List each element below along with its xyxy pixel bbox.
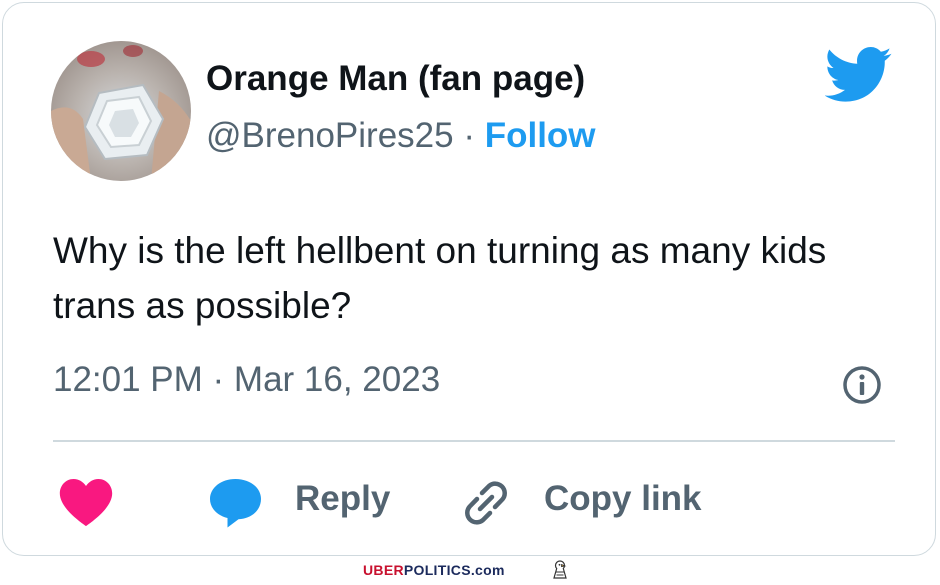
watermark-brand-part1: UBER (363, 562, 404, 578)
avatar-image (51, 45, 191, 181)
info-icon[interactable] (841, 364, 883, 406)
tweet-card: Orange Man (fan page) @BrenoPires25 · Fo… (2, 2, 936, 556)
separator-dot: · (453, 116, 485, 155)
reply-button[interactable]: Reply (295, 479, 390, 519)
watermark: UBERPOLITICS.com (363, 562, 505, 578)
copy-link-button[interactable]: Copy link (544, 479, 702, 519)
bird-logo-icon[interactable] (825, 47, 893, 103)
tweet-text: Why is the left hellbent on turning as m… (53, 230, 827, 326)
follow-button[interactable]: Follow (485, 116, 596, 155)
author-handle[interactable]: @BrenoPires25 (206, 116, 454, 155)
author-display-name[interactable]: Orange Man (fan page) (206, 59, 585, 99)
watermark-brand-part2: POLITICS.com (403, 562, 505, 578)
link-icon[interactable] (458, 475, 514, 531)
eagle-icon (553, 560, 567, 579)
tweet-timestamp[interactable]: 12:01 PM · Mar 16, 2023 (53, 360, 440, 400)
author-handle-row: @BrenoPires25 · Follow (206, 116, 596, 156)
reply-bubble-icon[interactable] (208, 477, 263, 529)
heart-icon[interactable] (59, 479, 113, 527)
avatar[interactable] (51, 41, 191, 181)
divider (53, 440, 895, 442)
